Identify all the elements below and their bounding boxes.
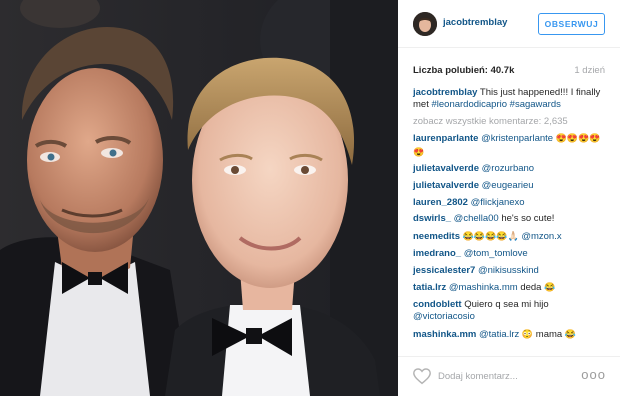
comment: jessicalester7 @nikisusskind — [413, 265, 609, 277]
comment: neemedits 😂😂😂😂🙏🏻 @mzon.x — [413, 230, 609, 243]
comment-username[interactable]: imedrano_ — [413, 248, 461, 259]
comment-mention[interactable]: @kristenparlante — [481, 133, 553, 144]
comment-username[interactable]: dswirls_ — [413, 213, 451, 224]
comment-emoji: 😂😂😂😂🙏🏻 — [462, 231, 519, 242]
comment-text: deda — [520, 282, 542, 294]
comments-list: jacobtremblay This just happened!!! I fi… — [413, 87, 609, 346]
caption: jacobtremblay This just happened!!! I fi… — [413, 87, 609, 111]
comment-username[interactable]: neemedits — [413, 231, 460, 242]
comment-text: Quiero q sea mi hijo — [464, 298, 549, 310]
add-comment-input[interactable]: Dodaj komentarz... — [438, 371, 518, 382]
comment: julietavalverde @rozurbano — [413, 163, 609, 175]
comment-mention[interactable]: @chella00 — [454, 213, 499, 224]
post-footer: Dodaj komentarz... ooo — [398, 356, 620, 396]
post-header: jacobtremblay OBSERWUJ — [398, 0, 620, 48]
post-photo[interactable] — [0, 0, 398, 396]
comment-text: mama — [535, 328, 563, 340]
likes-row: Liczba polubień: 40.7k 1 dzień — [413, 65, 605, 79]
comment-mention[interactable]: @flickjanexo — [471, 197, 525, 208]
comment-mention[interactable]: @rozurbano — [482, 163, 534, 174]
comment: laurenparlante @kristenparlante 😍😍😍😍😍 — [413, 132, 609, 158]
caption-mention[interactable]: #leonardodicaprio — [431, 99, 507, 110]
comment-mention[interactable]: @mzon.x — [521, 231, 561, 242]
photo-illustration — [0, 0, 398, 396]
post-author-username[interactable]: jacobtremblay — [443, 17, 507, 28]
post-sidebar: jacobtremblay OBSERWUJ Liczba polubień: … — [398, 0, 620, 396]
comment-emoji: 😂 — [544, 282, 556, 293]
comment: lauren_2802 @flickjanexo — [413, 197, 609, 209]
more-options-icon[interactable]: ooo — [581, 367, 606, 382]
comment: imedrano_ @tom_tomlove — [413, 248, 609, 260]
comment-mention[interactable]: @tom_tomlove — [464, 248, 528, 259]
comment: dswirls_ @chella00 he's so cute! — [413, 213, 609, 225]
comment: julietavalverde @eugearieu — [413, 180, 609, 192]
comment-mention[interactable]: @tatia.lrz — [479, 329, 519, 340]
comment: mashinka.mm @tatia.lrz 😳 mama 😂 — [413, 328, 609, 341]
comment-username[interactable]: julietavalverde — [413, 180, 479, 191]
comment: condoblett Quiero q sea mi hijo @victori… — [413, 299, 609, 323]
view-all-comments-link[interactable]: zobacz wszystkie komentarze: 2,635 — [413, 116, 609, 128]
comment-username[interactable]: lauren_2802 — [413, 197, 468, 208]
comment-username[interactable]: julietavalverde — [413, 163, 479, 174]
avatar[interactable] — [413, 12, 437, 36]
comment: tatia.lrz @mashinka.mm deda 😂 — [413, 281, 609, 294]
post-time-ago[interactable]: 1 dzień — [574, 65, 605, 76]
likes-count[interactable]: 40.7k — [491, 65, 515, 76]
comment-emoji: 😂 — [564, 328, 577, 339]
comment-mention[interactable]: @nikisusskind — [478, 265, 539, 276]
comment-mention[interactable]: @victoriacosio — [413, 311, 475, 322]
caption-hashtag[interactable]: #sagawards — [510, 99, 561, 110]
comment-username[interactable]: laurenparlante — [413, 133, 478, 144]
comment-mention[interactable]: @eugearieu — [482, 180, 534, 191]
comment-text: he's so cute! — [501, 213, 555, 225]
likes-label: Liczba polubień: — [413, 65, 488, 76]
comment-username[interactable]: condoblett — [413, 299, 462, 310]
comment-mention[interactable]: @mashinka.mm — [449, 282, 518, 293]
comment-username[interactable]: mashinka.mm — [413, 329, 476, 340]
heart-icon[interactable] — [412, 367, 432, 385]
follow-button[interactable]: OBSERWUJ — [538, 13, 605, 35]
comment-emoji: 😳 — [521, 328, 534, 339]
comment-username[interactable]: jessicalester7 — [413, 265, 475, 276]
comment-username[interactable]: tatia.lrz — [413, 282, 446, 293]
caption-username[interactable]: jacobtremblay — [413, 87, 477, 98]
